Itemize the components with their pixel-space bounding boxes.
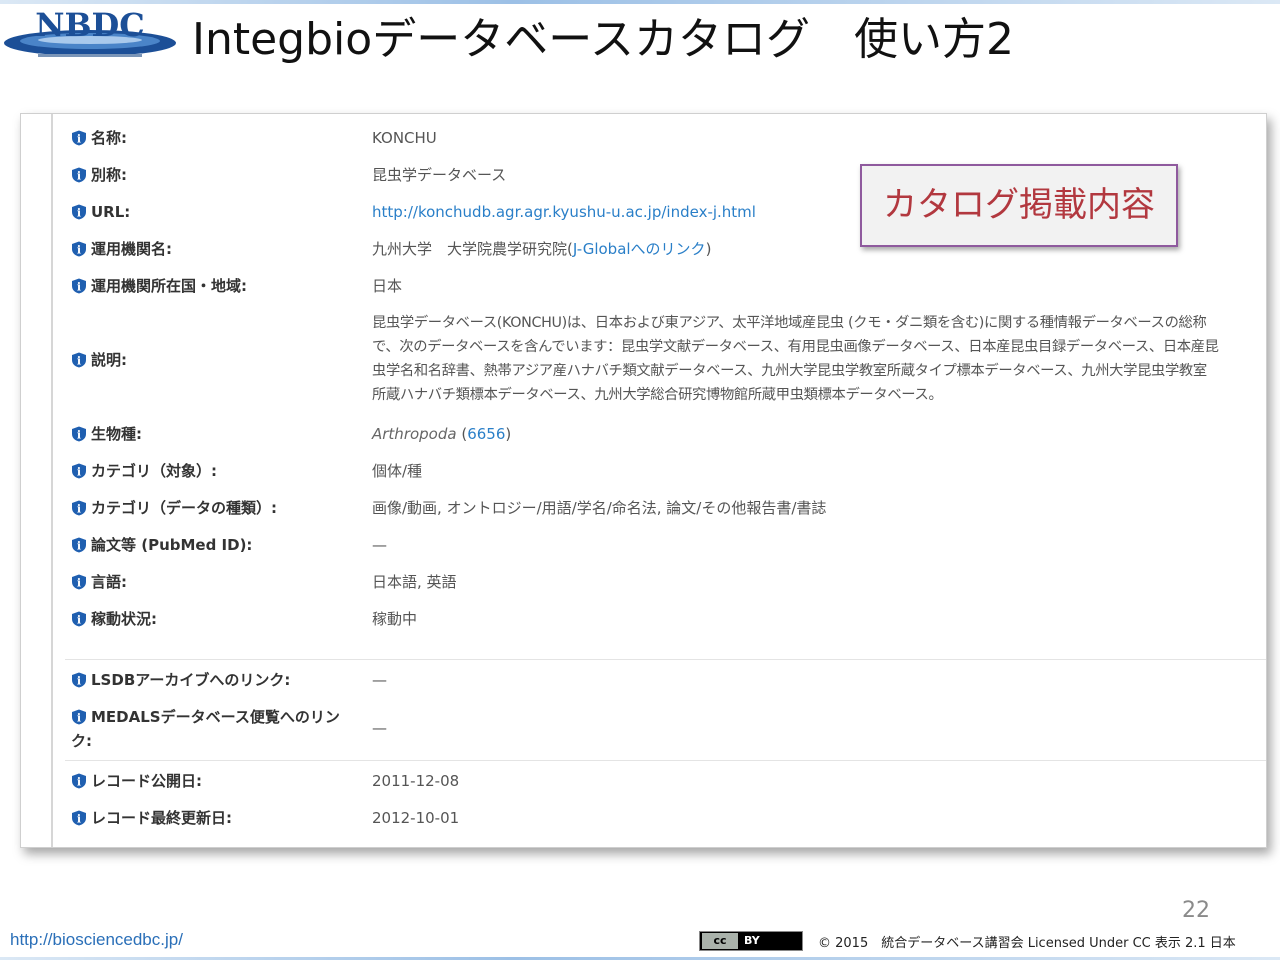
footer-license: © 2015 統合データベース講習会 Licensed Under CC 表示 … xyxy=(818,936,1236,951)
svg-text:i: i xyxy=(77,133,81,146)
logo-text: NBDC xyxy=(35,6,145,44)
info-icon[interactable]: i xyxy=(71,463,87,479)
svg-text:i: i xyxy=(77,281,81,294)
info-icon[interactable]: i xyxy=(71,500,87,516)
label-alias: 別称: xyxy=(91,166,127,184)
svg-text:i: i xyxy=(77,466,81,479)
label-name: 名称: xyxy=(91,129,127,147)
info-icon[interactable]: i xyxy=(71,672,87,688)
svg-text:i: i xyxy=(77,577,81,590)
value-medals: — xyxy=(372,719,387,737)
section-divider xyxy=(65,659,1266,660)
info-icon[interactable]: i xyxy=(71,574,87,590)
svg-text:i: i xyxy=(77,503,81,516)
label-pubmed: 論文等 (PubMed ID): xyxy=(91,536,253,554)
footer-url-link[interactable]: http://biosciencedbc.jp/ xyxy=(10,930,183,950)
url-link[interactable]: http://konchudb.agr.agr.kyushu-u.ac.jp/i… xyxy=(372,203,756,221)
section-divider xyxy=(65,760,1266,761)
value-lsdb: — xyxy=(372,671,387,689)
info-icon[interactable]: i xyxy=(71,426,87,442)
label-updated: レコード最終更新日: xyxy=(91,809,232,827)
label-species: 生物種: xyxy=(91,425,142,443)
species-count-link[interactable]: 6656 xyxy=(467,425,505,443)
svg-text:i: i xyxy=(77,207,81,220)
label-language: 言語: xyxy=(91,573,127,591)
label-medals: MEDALSデータベース便覧へのリン xyxy=(91,708,340,726)
value-species: Arthropoda (6656) xyxy=(372,425,512,443)
nbdc-logo: NBDC xyxy=(2,6,178,64)
label-category-target: カテゴリ（対象）: xyxy=(91,462,217,480)
info-icon[interactable]: i xyxy=(71,130,87,146)
svg-text:i: i xyxy=(77,170,81,183)
catalog-content-callout: カタログ掲載内容 xyxy=(860,164,1178,247)
info-icon[interactable]: i xyxy=(71,810,87,826)
value-status: 稼動中 xyxy=(372,610,418,628)
svg-text:i: i xyxy=(77,540,81,553)
value-name: KONCHU xyxy=(372,129,437,147)
label-url: URL: xyxy=(91,203,131,221)
value-country: 日本 xyxy=(372,277,403,295)
info-icon[interactable]: i xyxy=(71,352,87,368)
top-rule xyxy=(0,0,1280,4)
svg-text:i: i xyxy=(77,244,81,257)
svg-text:i: i xyxy=(77,614,81,627)
cc-by-badge[interactable]: cc BY xyxy=(699,931,803,951)
label-status: 稼動状況: xyxy=(91,610,157,628)
info-icon[interactable]: i xyxy=(71,204,87,220)
svg-text:i: i xyxy=(77,429,81,442)
svg-text:i: i xyxy=(77,355,81,368)
value-published: 2011-12-08 xyxy=(372,772,460,790)
value-category-target: 個体/種 xyxy=(372,462,423,480)
label-description: 説明: xyxy=(91,351,127,369)
info-icon[interactable]: i xyxy=(71,709,87,725)
label-org: 運用機関名: xyxy=(91,240,172,258)
label-category-type: カテゴリ（データの種類）: xyxy=(91,499,277,517)
value-updated: 2012-10-01 xyxy=(372,809,460,827)
value-language: 日本語, 英語 xyxy=(372,573,457,591)
info-icon[interactable]: i xyxy=(71,773,87,789)
info-icon[interactable]: i xyxy=(71,241,87,257)
value-category-type: 画像/動画, オントロジー/用語/学名/命名法, 論文/その他報告書/書誌 xyxy=(372,499,827,517)
value-description: 昆虫学データベース(KONCHU)は、日本および東アジア、太平洋地域産昆虫 (ク… xyxy=(372,315,1219,403)
page-title: Integbioデータベースカタログ 使い方2 xyxy=(192,14,1014,65)
by-icon: BY xyxy=(744,934,760,947)
label-country: 運用機関所在国・地域: xyxy=(91,277,247,295)
info-icon[interactable]: i xyxy=(71,611,87,627)
info-icon[interactable]: i xyxy=(71,537,87,553)
svg-text:i: i xyxy=(77,776,81,789)
page-number: 22 xyxy=(1182,898,1210,923)
cc-icon: cc xyxy=(702,933,738,949)
svg-text:i: i xyxy=(77,675,81,688)
svg-text:i: i xyxy=(77,813,81,826)
j-global-link[interactable]: J-Globalへのリンク xyxy=(573,240,706,258)
label-published: レコード公開日: xyxy=(91,772,202,790)
svg-text:i: i xyxy=(77,712,81,725)
info-icon[interactable]: i xyxy=(71,167,87,183)
info-icon[interactable]: i xyxy=(71,278,87,294)
label-lsdb: LSDBアーカイブへのリンク: xyxy=(91,671,291,689)
value-pubmed: — xyxy=(372,536,387,554)
